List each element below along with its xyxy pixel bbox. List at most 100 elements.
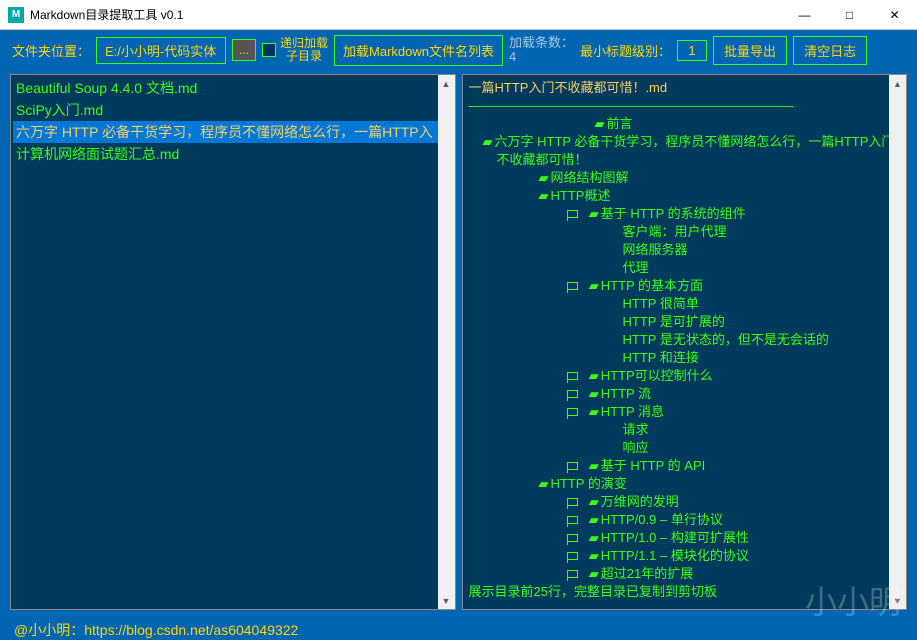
flag-icon: [567, 570, 578, 578]
outline-text: 请求: [623, 422, 649, 437]
outline-item[interactable]: HTTP 是可扩展的: [469, 313, 901, 331]
outline-item[interactable]: ▰网络结构图解: [469, 169, 901, 187]
outline-item[interactable]: ▰HTTP 消息: [469, 403, 901, 421]
footer-prefix: @小小明：: [14, 622, 84, 638]
outline-panel: 一篇HTTP入门不收藏都可惜！.md——————————————————————…: [462, 74, 908, 610]
main-area: Beautiful Soup 4.4.0 文档.mdSciPy入门.md六万字 …: [0, 70, 917, 610]
scroll-down-icon[interactable]: ▼: [889, 592, 906, 609]
outline-text: HTTP概述: [551, 188, 611, 203]
flag-icon: [567, 552, 578, 560]
folder-path-input[interactable]: E:/小小明-代码实体: [96, 37, 226, 64]
flag-icon: [567, 282, 578, 290]
flag-icon: [567, 462, 578, 470]
outline-item[interactable]: 请求: [469, 421, 901, 439]
book-icon: ▰: [589, 404, 599, 419]
file-list-panel: Beautiful Soup 4.4.0 文档.mdSciPy入门.md六万字 …: [10, 74, 456, 610]
min-level-input[interactable]: 1: [677, 40, 707, 61]
book-icon: ▰: [539, 476, 549, 491]
book-icon: ▰: [589, 206, 599, 221]
min-level-label: 最小标题级别：: [580, 41, 671, 60]
outline-text: HTTP/1.1 – 模块化的协议: [601, 548, 749, 563]
outline-text: 前言: [607, 116, 633, 131]
outline-tree[interactable]: 一篇HTTP入门不收藏都可惜！.md——————————————————————…: [463, 75, 907, 605]
recurse-checkbox-wrap[interactable]: 递归加载子目录: [262, 37, 328, 63]
outline-text: 基于 HTTP 的系统的组件: [601, 206, 746, 221]
outline-item[interactable]: ▰HTTP可以控制什么: [469, 367, 901, 385]
file-item[interactable]: 计算机网络面试题汇总.md: [13, 143, 453, 165]
outline-text: HTTP可以控制什么: [601, 368, 713, 383]
file-list-scrollbar[interactable]: ▲ ▼: [438, 75, 455, 609]
recurse-checkbox[interactable]: [262, 43, 276, 57]
outline-item[interactable]: 网络服务器: [469, 241, 901, 259]
outline-text: 万维网的发明: [601, 494, 679, 509]
outline-item[interactable]: ▰基于 HTTP 的系统的组件: [469, 205, 901, 223]
flag-icon: [567, 516, 578, 524]
flag-icon: [567, 390, 578, 398]
book-icon: ▰: [483, 134, 493, 149]
outline-item[interactable]: HTTP 很简单: [469, 295, 901, 313]
book-icon: ▰: [589, 278, 599, 293]
outline-item[interactable]: ▰万维网的发明: [469, 493, 901, 511]
outline-item[interactable]: HTTP 是无状态的，但不是无会话的: [469, 331, 901, 349]
outline-text: 客户端：用户代理: [623, 224, 727, 239]
outline-item[interactable]: ▰前言: [469, 115, 901, 133]
outline-text: 响应: [623, 440, 649, 455]
close-button[interactable]: ✕: [872, 0, 917, 30]
book-icon: ▰: [539, 188, 549, 203]
clear-log-button[interactable]: 清空日志: [793, 36, 867, 65]
outline-title: 一篇HTTP入门不收藏都可惜！.md: [469, 79, 901, 97]
outline-item[interactable]: ▰六万字 HTTP 必备干货学习，程序员不懂网络怎么行，一篇HTTP入门不收藏都…: [483, 133, 901, 169]
toolbar: 文件夹位置： E:/小小明-代码实体 ... 递归加载子目录 加载Markdow…: [0, 30, 917, 70]
outline-item[interactable]: ▰HTTP/1.0 – 构建可扩展性: [469, 529, 901, 547]
footer: @小小明：https://blog.csdn.net/as604049322: [0, 610, 917, 640]
outline-item[interactable]: ▰HTTP 的演变: [469, 475, 901, 493]
scroll-up-icon[interactable]: ▲: [889, 75, 906, 92]
outline-text: HTTP 流: [601, 386, 651, 401]
load-count: 加载条数：4: [509, 36, 574, 64]
outline-scrollbar[interactable]: ▲ ▼: [889, 75, 906, 609]
outline-item[interactable]: ▰HTTP 的基本方面: [469, 277, 901, 295]
outline-item[interactable]: ▰HTTP 流: [469, 385, 901, 403]
outline-text: HTTP 的演变: [551, 476, 627, 491]
batch-export-button[interactable]: 批量导出: [713, 36, 787, 65]
outline-text: HTTP 很简单: [623, 296, 699, 311]
file-item[interactable]: Beautiful Soup 4.4.0 文档.md: [13, 77, 453, 99]
browse-button[interactable]: ...: [232, 39, 256, 61]
outline-item[interactable]: 响应: [469, 439, 901, 457]
outline-text: HTTP 的基本方面: [601, 278, 703, 293]
load-filenames-button[interactable]: 加载Markdown文件名列表: [334, 35, 503, 66]
book-icon: ▰: [589, 512, 599, 527]
window-title: Markdown目录提取工具 v0.1: [30, 6, 782, 23]
outline-item[interactable]: 代理: [469, 259, 901, 277]
outline-item[interactable]: ▰HTTP/0.9 – 单行协议: [469, 511, 901, 529]
file-item[interactable]: SciPy入门.md: [13, 99, 453, 121]
minimize-button[interactable]: —: [782, 0, 827, 30]
outline-item[interactable]: 客户端：用户代理: [469, 223, 901, 241]
footer-link[interactable]: https://blog.csdn.net/as604049322: [84, 622, 298, 638]
outline-text: 基于 HTTP 的 API: [601, 458, 706, 473]
scroll-down-icon[interactable]: ▼: [438, 592, 455, 609]
flag-icon: [567, 372, 578, 380]
outline-text: HTTP 是无状态的，但不是无会话的: [623, 332, 829, 347]
outline-text: 网络结构图解: [551, 170, 629, 185]
book-icon: ▰: [589, 530, 599, 545]
outline-footer-line: 展示目录前25行，完整目录已复制到剪切板: [469, 583, 901, 601]
outline-text: 超过21年的扩展: [601, 566, 693, 581]
outline-item[interactable]: HTTP 和连接: [469, 349, 901, 367]
book-icon: ▰: [589, 566, 599, 581]
outline-divider: —————————————————————————: [469, 97, 901, 115]
app-icon: M: [8, 7, 24, 23]
outline-text: HTTP 是可扩展的: [623, 314, 725, 329]
outline-item[interactable]: ▰HTTP概述: [469, 187, 901, 205]
maximize-button[interactable]: □: [827, 0, 872, 30]
book-icon: ▰: [539, 170, 549, 185]
outline-item[interactable]: ▰超过21年的扩展: [469, 565, 901, 583]
file-list[interactable]: Beautiful Soup 4.4.0 文档.mdSciPy入门.md六万字 …: [11, 75, 455, 167]
outline-item[interactable]: ▰基于 HTTP 的 API: [469, 457, 901, 475]
outline-item[interactable]: ▰HTTP/1.1 – 模块化的协议: [469, 547, 901, 565]
file-item[interactable]: 六万字 HTTP 必备干货学习，程序员不懂网络怎么行，一篇HTTP入: [13, 121, 453, 143]
outline-text: HTTP 消息: [601, 404, 664, 419]
flag-icon: [567, 534, 578, 542]
outline-text: 网络服务器: [623, 242, 688, 257]
scroll-up-icon[interactable]: ▲: [438, 75, 455, 92]
